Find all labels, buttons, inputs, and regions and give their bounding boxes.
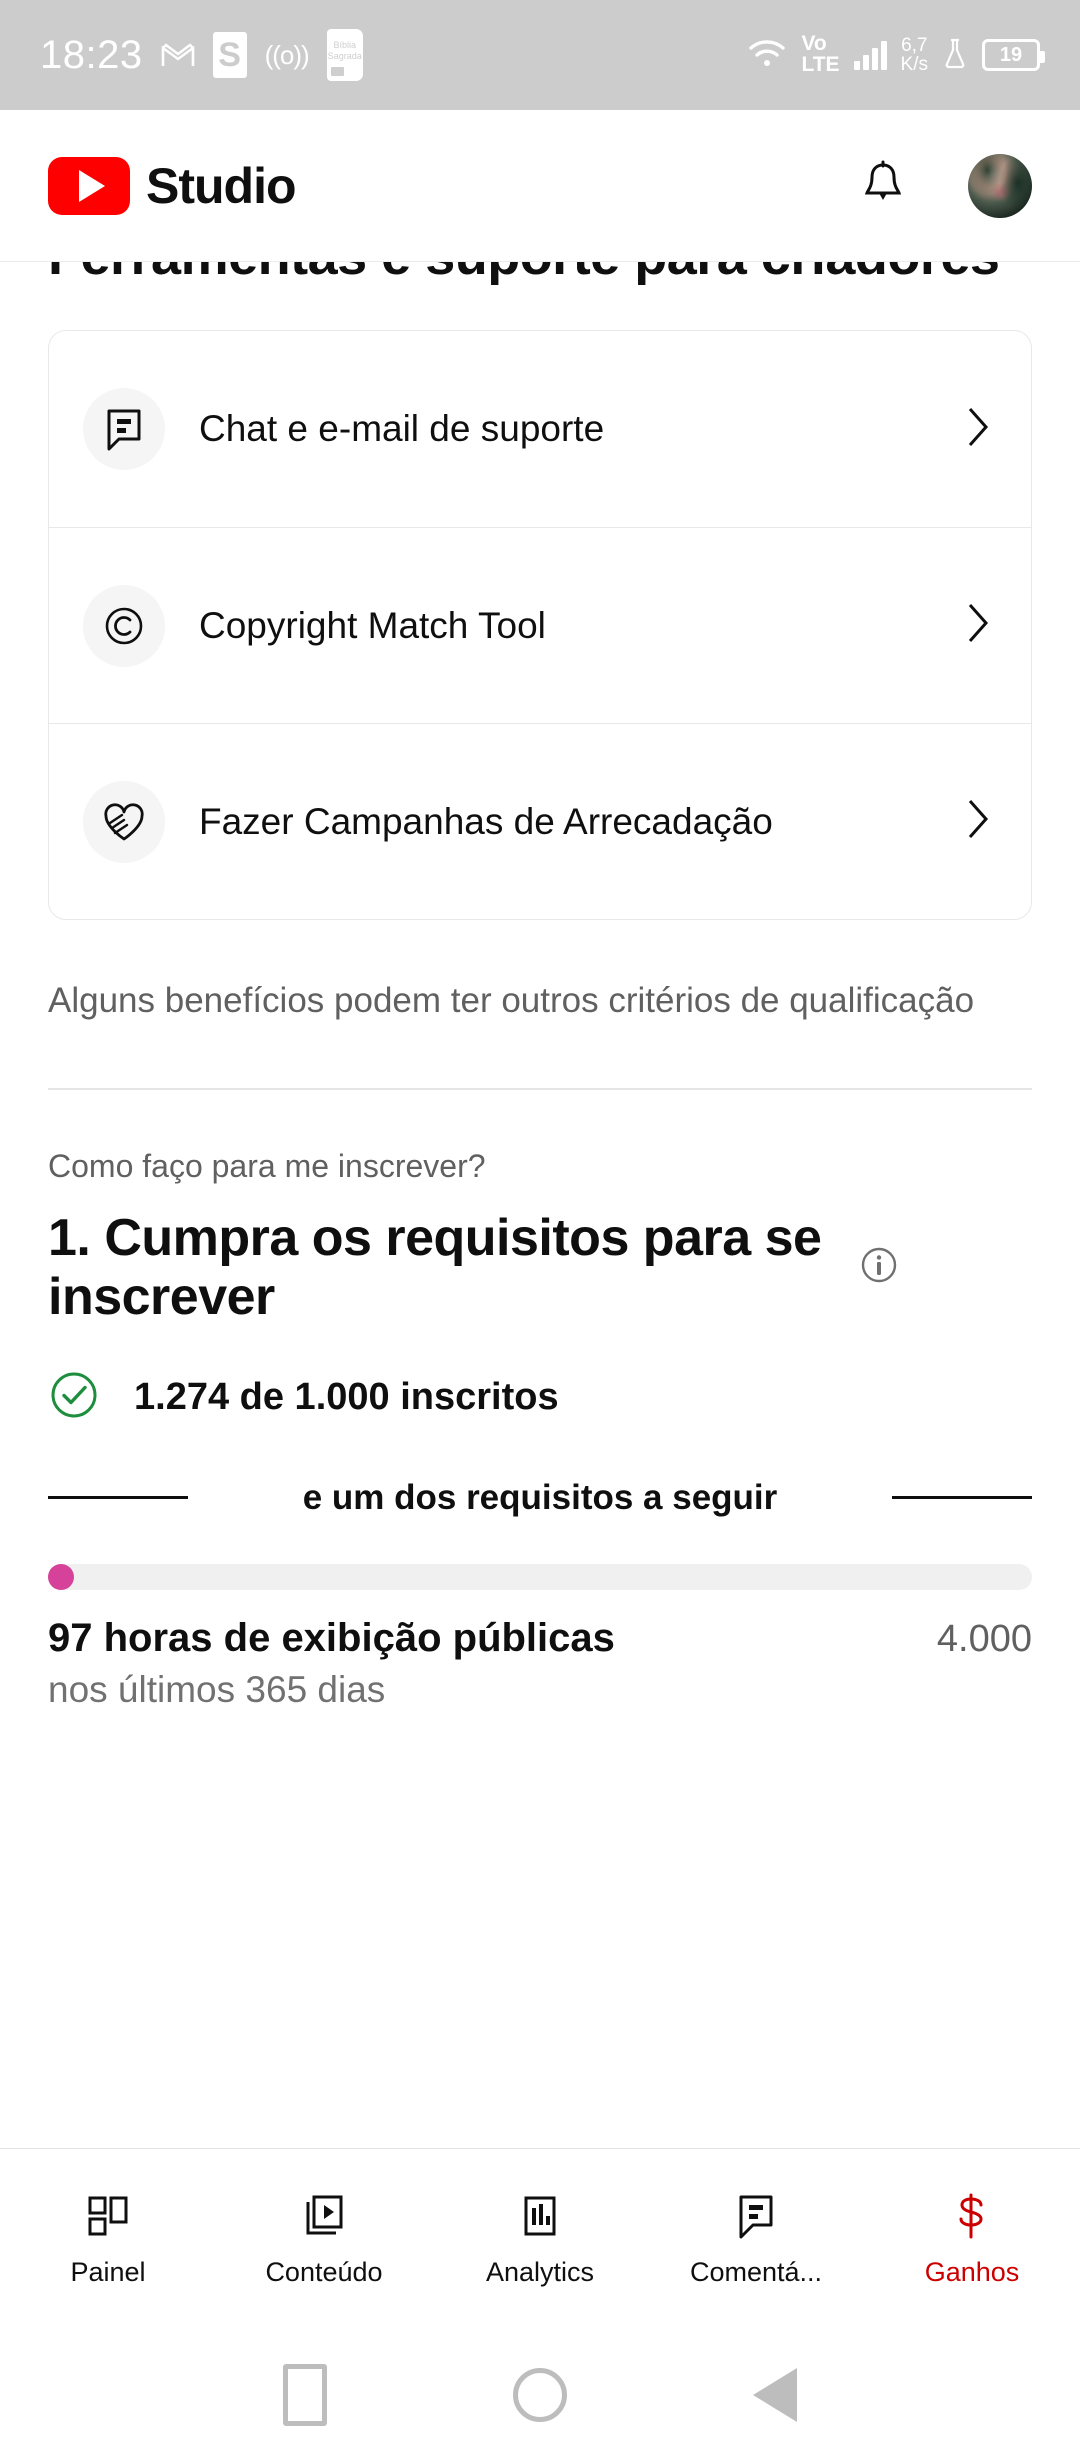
network-speed: 6,7 K/s xyxy=(900,35,928,75)
s-app-icon: S xyxy=(212,32,247,78)
nav-item-comentarios[interactable]: Comentá... xyxy=(648,2191,864,2288)
requirement-subscribers: 1.274 de 1.000 inscritos xyxy=(0,1369,1080,1426)
youtube-studio-logo[interactable]: Studio xyxy=(48,156,297,215)
chevron-right-icon xyxy=(965,601,991,650)
volte-indicator: Vo LTE xyxy=(801,32,840,76)
app-header: Studio xyxy=(0,110,1080,262)
check-circle-icon xyxy=(48,1369,100,1426)
metric-subtext: nos últimos 365 dias xyxy=(48,1668,386,1710)
nav-label: Comentá... xyxy=(689,2257,823,2287)
tool-row-copyright-match[interactable]: Copyright Match Tool xyxy=(49,527,1031,723)
signup-question: Como faço para me inscrever? xyxy=(48,1148,486,1185)
nav-item-painel[interactable]: Painel xyxy=(0,2191,216,2288)
status-bar-left: 18:23 S ((o)) Bíblia Sagrada xyxy=(40,29,363,81)
signal-bars-icon xyxy=(853,40,887,70)
tool-row-fundraiser[interactable]: Fazer Campanhas de Arrecadação xyxy=(49,723,1031,919)
bottom-navigation: Painel Conteúdo Analytics Comentá... Gan… xyxy=(0,2148,1080,2330)
comments-icon xyxy=(733,2191,779,2241)
nav-label: Painel xyxy=(70,2257,146,2287)
youtube-play-icon xyxy=(48,156,130,215)
status-bar-right: Vo LTE 6,7 K/s 19 xyxy=(747,32,1045,76)
gmail-icon xyxy=(161,42,195,68)
chevron-right-icon xyxy=(965,797,991,846)
battery-icon: 19 xyxy=(982,39,1045,71)
home-circle-icon[interactable] xyxy=(513,2368,567,2422)
analytics-bar-icon xyxy=(517,2191,563,2241)
content-video-icon xyxy=(301,2191,347,2241)
nav-label: Ganhos xyxy=(924,2257,1020,2287)
avatar[interactable] xyxy=(968,153,1032,218)
nav-label: Conteúdo xyxy=(265,2257,383,2287)
back-triangle-icon[interactable] xyxy=(753,2368,797,2422)
requirement-text: 1.274 de 1.000 inscritos xyxy=(134,1375,559,1418)
nav-item-conteudo[interactable]: Conteúdo xyxy=(216,2191,432,2288)
progress-indicator xyxy=(48,1563,74,1590)
copyright-icon xyxy=(83,584,165,667)
bible-app-icon: Bíblia Sagrada xyxy=(326,29,363,81)
info-icon[interactable] xyxy=(858,1244,900,1291)
recents-square-icon[interactable] xyxy=(283,2364,327,2426)
metric-label: 97 horas de exibição públicas xyxy=(48,1615,615,1660)
status-time: 18:23 xyxy=(40,32,143,77)
system-navigation-bar xyxy=(0,2330,1080,2460)
watch-hours-metric: 97 horas de exibição públicas 4.000 xyxy=(0,1616,1080,1661)
scroll-content[interactable]: Ferramentas e suporte para criadores Cha… xyxy=(0,262,1080,2148)
page-title: Ferramentas e suporte para criadores xyxy=(0,262,1080,286)
watch-hours-progress xyxy=(0,1563,1080,1590)
header-actions xyxy=(860,153,1032,218)
volunteer-heart-hands-icon xyxy=(83,780,165,863)
tool-row-support-chat[interactable]: Chat e e-mail de suporte xyxy=(49,331,1031,527)
progress-track xyxy=(48,1563,1032,1590)
feedback-chat-icon xyxy=(83,388,165,471)
creator-tools-card: Chat e e-mail de suporte Copyright Match… xyxy=(48,330,1032,921)
divider-line-right xyxy=(892,1496,1032,1500)
nav-item-analytics[interactable]: Analytics xyxy=(432,2191,648,2288)
nav-label: Analytics xyxy=(485,2257,595,2287)
tool-label: Fazer Campanhas de Arrecadação xyxy=(199,800,773,842)
cast-icon: ((o)) xyxy=(264,39,310,70)
earnings-dollar-icon xyxy=(949,2191,995,2241)
chevron-right-icon xyxy=(965,405,991,454)
section-divider xyxy=(48,1088,1032,1091)
eligibility-note: Alguns benefícios podem ter outros crité… xyxy=(48,981,975,1021)
wifi-icon xyxy=(747,37,787,74)
step-header: 1. Cumpra os requisitos para se inscreve… xyxy=(0,1209,1080,1327)
tool-label: Copyright Match Tool xyxy=(199,604,546,646)
and-divider: e um dos requisitos a seguir xyxy=(0,1478,1080,1518)
notifications-bell-icon[interactable] xyxy=(860,160,906,212)
metric-goal: 4.000 xyxy=(936,1617,1032,1660)
dashboard-icon xyxy=(85,2191,131,2241)
step-title: 1. Cumpra os requisitos para se inscreve… xyxy=(48,1209,822,1326)
tool-label: Chat e e-mail de suporte xyxy=(199,408,605,450)
brand-label: Studio xyxy=(146,157,297,214)
status-bar: 18:23 S ((o)) Bíblia Sagrada Vo LTE 6,7 K… xyxy=(0,0,1080,110)
divider-line-left xyxy=(48,1496,188,1500)
nav-item-ganhos[interactable]: Ganhos xyxy=(864,2191,1080,2288)
divider-label: e um dos requisitos a seguir xyxy=(302,1477,778,1517)
flask-icon xyxy=(942,37,968,74)
